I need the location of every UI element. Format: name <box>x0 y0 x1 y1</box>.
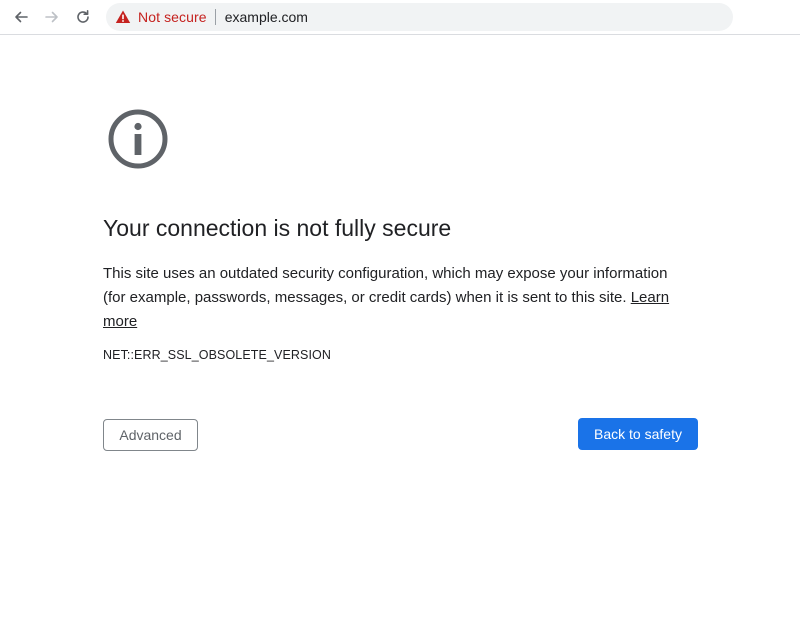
arrow-left-icon <box>15 11 28 23</box>
explanation-body: This site uses an outdated security conf… <box>103 265 668 306</box>
address-bar[interactable]: Not secure example.com <box>106 3 733 31</box>
arrow-right-icon <box>45 11 58 23</box>
info-circle-icon <box>108 109 168 169</box>
forward-button[interactable] <box>41 6 63 28</box>
page-title: Your connection is not fully secure <box>103 215 452 241</box>
url-text[interactable]: example.com <box>225 3 733 31</box>
error-code: NET::ERR_SSL_OBSOLETE_VERSION <box>103 348 331 362</box>
omnibox-divider <box>214 9 216 25</box>
reload-icon <box>77 10 89 23</box>
security-indicator[interactable]: Not secure <box>115 3 207 31</box>
browser-toolbar: Not secure example.com <box>0 0 800 35</box>
back-to-safety-button[interactable]: Back to safety <box>578 418 698 450</box>
reload-button[interactable] <box>72 6 94 28</box>
interstitial-page: Your connection is not fully secure This… <box>0 35 800 624</box>
back-button[interactable] <box>10 6 32 28</box>
warning-triangle-icon <box>115 10 131 23</box>
explanation-text: This site uses an outdated security conf… <box>103 262 693 334</box>
security-label: Not secure <box>138 9 207 25</box>
advanced-button[interactable]: Advanced <box>103 419 198 451</box>
